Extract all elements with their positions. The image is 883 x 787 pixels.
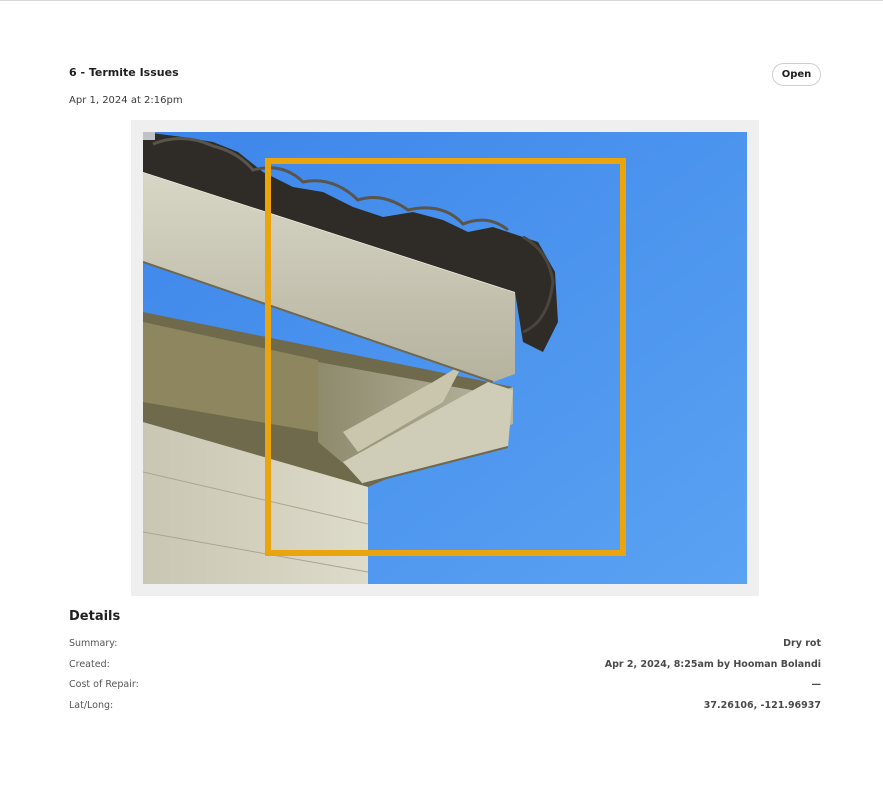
detail-value: Apr 2, 2024, 8:25am by Hooman Bolandi — [604, 659, 821, 670]
detail-row-latlong: Lat/Long: 37.26106, -121.96937 — [69, 700, 821, 714]
detail-row-created: Created: Apr 2, 2024, 8:25am by Hooman B… — [69, 659, 821, 673]
detail-label: Summary: — [69, 638, 118, 649]
detail-value: Dry rot — [783, 638, 821, 649]
detail-row-cost: Cost of Repair: — — [69, 679, 821, 693]
detail-label: Created: — [69, 659, 110, 670]
detail-value: — — [811, 679, 822, 690]
photo-frame — [131, 120, 759, 596]
issue-photo[interactable] — [143, 132, 747, 584]
top-divider — [0, 0, 883, 1]
issue-date: Apr 1, 2024 at 2:16pm — [69, 95, 183, 106]
detail-label: Lat/Long: — [69, 700, 114, 711]
detail-row-summary: Summary: Dry rot — [69, 638, 821, 652]
status-button[interactable]: Open — [772, 63, 821, 86]
detail-value: 37.26106, -121.96937 — [703, 700, 821, 711]
issue-title: 6 - Termite Issues — [69, 66, 179, 79]
detail-label: Cost of Repair: — [69, 679, 139, 690]
details-heading: Details — [69, 609, 121, 624]
